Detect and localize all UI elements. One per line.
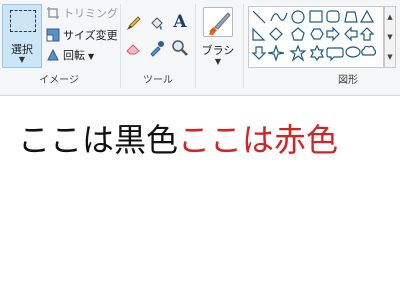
shapes-gallery: [248, 6, 384, 68]
rounded-callout-shape: [326, 47, 344, 62]
select-button[interactable]: 選択 ▼: [2, 4, 42, 68]
six-point-star-shape: [309, 44, 325, 62]
right-arrow-shape: [326, 26, 340, 42]
cloud-callout-shape: [361, 45, 377, 56]
brush-button[interactable]: [203, 7, 233, 37]
image-group-label: イメージ: [39, 75, 79, 86]
resize-icon: [46, 28, 60, 42]
hexagon-shape: [310, 28, 324, 40]
diamond-shape: [269, 27, 283, 41]
tools-group-label: ツール: [143, 75, 173, 86]
rotate-label: 回転: [63, 49, 85, 62]
chevron-down-icon[interactable]: ▼: [196, 57, 240, 66]
chevron-down-icon[interactable]: ▼: [3, 55, 41, 64]
chevron-down-icon[interactable]: ▼: [88, 52, 94, 61]
expand-icon[interactable]: ▼: [385, 47, 395, 67]
rotate-icon: [46, 48, 60, 62]
black-text: ここは黒色: [18, 121, 179, 159]
crop-button[interactable]: トリミング: [46, 6, 118, 22]
rotate-button[interactable]: 回転 ▼: [46, 48, 94, 64]
eyedropper-icon: [150, 41, 164, 57]
brush-label: ブラシ: [201, 44, 235, 57]
resize-label: サイズ変更: [63, 29, 118, 42]
paint-bucket-icon: [151, 17, 163, 30]
oval-callout-shape: [345, 46, 361, 58]
crop-icon: [46, 6, 60, 20]
color-picker-tool[interactable]: [148, 39, 166, 57]
eraser-tool[interactable]: [125, 39, 143, 57]
red-text: ここは赤色: [178, 121, 339, 159]
rounded-rectangle-shape: [326, 10, 340, 23]
triangle-shape: [359, 9, 375, 23]
five-point-star-shape: [289, 44, 307, 62]
pentagon-shape: [291, 27, 305, 41]
separator: [120, 4, 121, 88]
chevron-down-icon[interactable]: ▼: [385, 27, 395, 47]
line-shape: [252, 10, 266, 24]
up-arrow-shape: [359, 27, 375, 41]
brush-icon: [209, 12, 231, 36]
fill-tool[interactable]: [148, 14, 166, 32]
resize-button[interactable]: サイズ変更: [46, 28, 118, 44]
canvas-text: ここは黒色ここは赤色: [18, 120, 338, 160]
magnifier-tool[interactable]: [171, 39, 189, 57]
magnifier-icon: [172, 40, 188, 56]
oval-shape: [291, 10, 305, 24]
separator: [243, 4, 244, 88]
polygon-shape: [344, 11, 358, 23]
text-tool[interactable]: A: [171, 13, 189, 31]
select-rect-icon: [10, 10, 36, 32]
crop-label: トリミング: [63, 7, 118, 20]
ribbon: 選択 ▼ トリミング サイズ変更 回転 ▼ イメージ A ツール ブラシ ▼ ▲…: [0, 0, 400, 96]
left-arrow-shape: [344, 26, 358, 42]
four-point-star-shape: [267, 44, 285, 62]
eraser-icon: [126, 44, 140, 55]
pencil-icon: [126, 16, 141, 31]
curve-shape: [270, 12, 288, 22]
shapes-scrollbar[interactable]: ▲ ▼ ▼: [384, 6, 396, 68]
shapes-group-label: 図形: [338, 75, 358, 86]
pencil-tool[interactable]: [125, 14, 143, 32]
rectangle-shape: [309, 10, 323, 23]
right-triangle-shape: [252, 27, 266, 41]
down-arrow-shape: [251, 46, 267, 60]
chevron-up-icon[interactable]: ▲: [385, 7, 395, 27]
